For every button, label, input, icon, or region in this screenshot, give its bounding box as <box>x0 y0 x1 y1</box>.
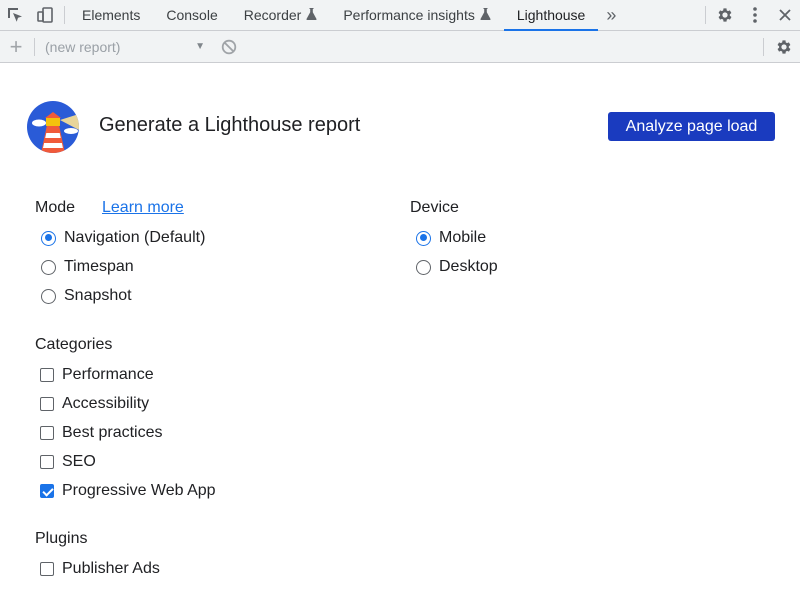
option-label: Best practices <box>62 424 163 441</box>
plugins-label: Plugins <box>35 530 88 547</box>
category-accessibility[interactable]: Accessibility <box>40 394 149 414</box>
option-label: Accessibility <box>62 395 150 412</box>
radio-selected[interactable] <box>416 230 431 246</box>
plugin-publisher-ads[interactable]: Publisher Ads <box>40 559 160 579</box>
radio-unselected[interactable] <box>41 288 56 304</box>
report-select-value: (new report) <box>45 38 121 55</box>
tab-console[interactable]: Console <box>153 0 230 30</box>
more-tabs-button[interactable]: » <box>598 0 624 30</box>
analyze-page-load-button[interactable]: Analyze page load <box>608 112 775 141</box>
experiment-flask-icon <box>306 7 317 23</box>
tab-bar-separator <box>705 6 706 24</box>
lighthouse-toolbar: + (new report) ▼ <box>0 31 800 63</box>
lighthouse-settings-gear-icon[interactable] <box>768 31 800 63</box>
category-performance[interactable]: Performance <box>40 365 154 385</box>
radio-selected[interactable] <box>41 230 56 246</box>
toolbar-separator <box>34 37 35 56</box>
option-label: Mobile <box>439 229 487 246</box>
option-label: Navigation (Default) <box>64 229 206 246</box>
option-label: Performance <box>62 366 154 383</box>
checkbox-unchecked[interactable] <box>40 397 54 411</box>
tab-label: Recorder <box>243 7 302 23</box>
new-report-plus-icon[interactable]: + <box>0 31 32 63</box>
mode-label: Mode <box>35 199 76 216</box>
report-select[interactable]: (new report) ▼ <box>45 39 207 55</box>
mode-option-navigation[interactable]: Navigation (Default) <box>41 228 205 248</box>
settings-gear-icon[interactable] <box>710 0 740 30</box>
inspect-element-icon[interactable] <box>0 0 30 30</box>
device-option-mobile[interactable]: Mobile <box>416 228 486 248</box>
tab-recorder[interactable]: Recorder <box>231 0 331 30</box>
devtools-tab-bar: Elements Console Recorder Performance in… <box>0 0 800 31</box>
option-label: Desktop <box>439 258 498 275</box>
clear-reports-block-icon[interactable] <box>219 37 239 57</box>
device-option-desktop[interactable]: Desktop <box>416 257 498 277</box>
plus-glyph: + <box>9 33 23 59</box>
page-title: Generate a Lighthouse report <box>99 114 361 136</box>
experiment-flask-icon <box>480 7 491 23</box>
tab-performance-insights[interactable]: Performance insights <box>330 0 504 30</box>
close-icon[interactable] <box>770 0 800 30</box>
checkbox-unchecked[interactable] <box>40 426 54 440</box>
option-label: SEO <box>62 453 96 470</box>
categories-label: Categories <box>35 336 113 353</box>
radio-unselected[interactable] <box>41 259 56 275</box>
radio-unselected[interactable] <box>416 259 431 275</box>
checkbox-unchecked[interactable] <box>40 455 54 469</box>
tab-label: Elements <box>82 7 141 23</box>
option-label: Timespan <box>64 258 134 275</box>
kebab-menu-icon[interactable] <box>740 0 770 30</box>
category-best-practices[interactable]: Best practices <box>40 423 162 443</box>
option-label: Snapshot <box>64 287 132 304</box>
checkbox-checked[interactable] <box>40 484 54 498</box>
tab-label: Lighthouse <box>516 7 586 23</box>
dropdown-arrow-icon: ▼ <box>195 41 205 52</box>
tab-label: Performance insights <box>343 7 475 23</box>
mode-option-snapshot[interactable]: Snapshot <box>41 286 132 306</box>
tab-elements[interactable]: Elements <box>69 0 153 30</box>
checkbox-unchecked[interactable] <box>40 368 54 382</box>
tab-bar-separator <box>64 6 65 24</box>
category-pwa[interactable]: Progressive Web App <box>40 481 216 501</box>
tab-label: Console <box>166 7 218 23</box>
lighthouse-logo-icon <box>27 101 79 153</box>
category-seo[interactable]: SEO <box>40 452 96 472</box>
tab-lighthouse[interactable]: Lighthouse <box>503 0 599 31</box>
toolbar-separator <box>763 37 764 56</box>
mode-option-timespan[interactable]: Timespan <box>41 257 134 277</box>
option-label: Progressive Web App <box>62 482 216 499</box>
checkbox-unchecked[interactable] <box>40 562 54 576</box>
option-label: Publisher Ads <box>62 560 160 577</box>
device-label: Device <box>410 199 459 216</box>
learn-more-link[interactable]: Learn more <box>102 199 184 217</box>
chevron-double-right-icon: » <box>606 4 617 25</box>
device-toolbar-icon[interactable] <box>30 0 60 30</box>
